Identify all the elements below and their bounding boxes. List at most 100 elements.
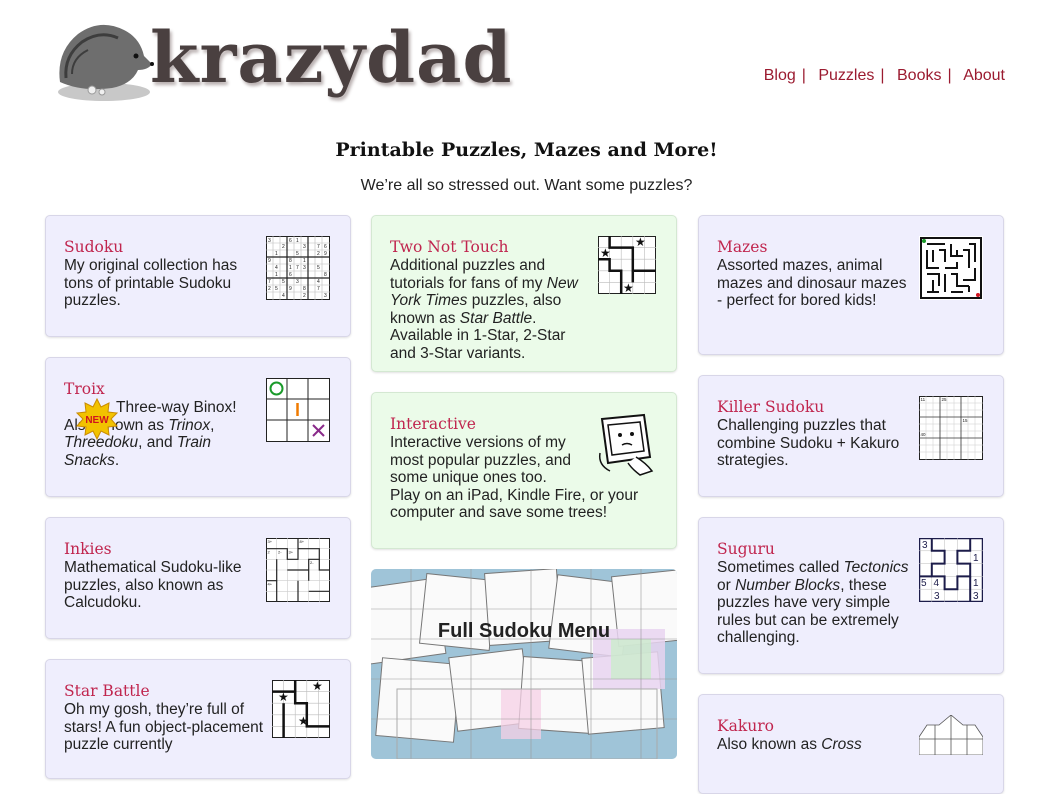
maze-thumbnail <box>919 236 983 300</box>
svg-text:7: 7 <box>296 265 299 271</box>
svg-text:40: 40 <box>921 432 927 437</box>
svg-text:11: 11 <box>921 397 926 402</box>
page-subtitle: We’re all so stressed out. Want some puz… <box>360 177 693 194</box>
card-troix[interactable]: Troix NEW Three-way Binox! Also known as… <box>45 357 351 497</box>
nav-about[interactable]: About <box>963 67 1005 84</box>
hedgehog-icon <box>58 24 154 101</box>
svg-text:25: 25 <box>942 397 948 402</box>
sudoku-thumbnail: 3612376 1529 98141735 168 7534 25987 423 <box>266 236 330 300</box>
svg-text:3: 3 <box>973 591 979 602</box>
card-interactive[interactable]: Interactive Interactive versions of my m… <box>371 392 677 549</box>
svg-text:9: 9 <box>268 258 271 264</box>
svg-text:3: 3 <box>303 265 306 271</box>
svg-text:4: 4 <box>275 265 278 271</box>
kakuro-thumbnail <box>919 715 983 755</box>
card-kakuro[interactable]: Kakuro Also known as Cross <box>698 694 1004 794</box>
troix-thumbnail <box>266 378 330 442</box>
nav-puzzles[interactable]: Puzzles <box>818 67 874 84</box>
svg-text:3+: 3+ <box>268 539 273 544</box>
svg-text:5: 5 <box>282 279 285 285</box>
svg-text:4: 4 <box>317 279 320 285</box>
card-star-battle[interactable]: Star Battle Oh my gosh, they’re full of … <box>45 659 351 779</box>
svg-text:3: 3 <box>268 238 271 244</box>
svg-text:7: 7 <box>317 244 320 250</box>
card-sudoku[interactable]: Sudoku My original collection has tons o… <box>45 215 351 337</box>
svg-text:8: 8 <box>303 286 306 292</box>
card-description: Mathematical Sudoku-like puzzles, also k… <box>64 559 242 611</box>
star-battle-thumbnail: ★ ★ ★ <box>272 680 330 738</box>
svg-text:7: 7 <box>317 286 320 292</box>
card-description: Assorted mazes, animal mazes and dinosau… <box>717 257 907 309</box>
svg-text:9: 9 <box>324 251 327 257</box>
svg-text:8: 8 <box>324 272 327 278</box>
svg-text:6: 6 <box>289 272 292 278</box>
svg-text:8: 8 <box>289 258 292 264</box>
svg-text:3: 3 <box>324 293 327 299</box>
svg-text:1: 1 <box>973 553 979 564</box>
card-inkies[interactable]: Inkies Mathematical Sudoku-like puzzles,… <box>45 517 351 639</box>
two-not-touch-thumbnail: ★ ★ ★ <box>598 236 656 294</box>
page-tagline: Printable Puzzles, Mazes and More! <box>335 139 718 161</box>
svg-text:2: 2 <box>282 244 285 250</box>
svg-text:★: ★ <box>278 690 289 704</box>
svg-text:6: 6 <box>324 244 327 250</box>
nav-books[interactable]: Books <box>897 67 941 84</box>
suguru-thumbnail: 3 1 54 1 3 3 <box>919 538 983 602</box>
svg-text:3: 3 <box>303 244 306 250</box>
card-description: Sometimes called Tectonics or Number Blo… <box>717 559 909 646</box>
svg-text:1: 1 <box>303 258 306 264</box>
svg-text:2: 2 <box>303 293 306 299</box>
card-description: Oh my gosh, they’re full of stars! A fun… <box>64 701 264 753</box>
logo-text: krazydad <box>150 16 513 99</box>
svg-text:5: 5 <box>317 265 320 271</box>
card-mazes[interactable]: Mazes Assorted mazes, animal mazes and d… <box>698 215 1004 355</box>
svg-text:1: 1 <box>275 272 278 278</box>
svg-text:9: 9 <box>289 286 292 292</box>
inkies-thumbnail: 3+ 8+ 2 2- 3+ 2- 4+ <box>266 538 330 602</box>
new-badge-label: NEW <box>85 415 109 426</box>
svg-text:5: 5 <box>296 251 299 257</box>
svg-text:1: 1 <box>275 251 278 257</box>
svg-text:★: ★ <box>623 281 634 294</box>
svg-text:15: 15 <box>963 418 969 423</box>
svg-text:3+: 3+ <box>289 550 294 555</box>
nav-blog[interactable]: Blog <box>764 67 796 84</box>
svg-text:1: 1 <box>296 238 299 244</box>
card-description: Challenging puzzles that combine Sudoku … <box>717 417 900 469</box>
nav-separator: | <box>880 67 885 84</box>
svg-text:4: 4 <box>282 293 285 299</box>
svg-text:2: 2 <box>268 286 271 292</box>
svg-text:7: 7 <box>268 279 271 285</box>
card-description: Also known as Cross <box>717 736 862 753</box>
new-badge: NEW <box>75 397 119 445</box>
svg-text:1: 1 <box>289 265 292 271</box>
svg-text:6: 6 <box>289 238 292 244</box>
svg-text:★: ★ <box>298 714 309 728</box>
svg-text:4: 4 <box>934 578 940 589</box>
svg-text:3: 3 <box>922 540 928 551</box>
full-sudoku-menu-banner[interactable]: Full Sudoku Menu <box>371 569 677 759</box>
top-nav: Blog | Puzzles | Books | About <box>764 67 1005 85</box>
svg-text:2: 2 <box>317 251 320 257</box>
svg-text:★: ★ <box>600 246 611 260</box>
nav-separator: | <box>947 67 952 84</box>
svg-text:8+: 8+ <box>300 539 305 544</box>
svg-text:3: 3 <box>934 591 940 602</box>
svg-text:3: 3 <box>296 279 299 285</box>
card-suguru[interactable]: Suguru Sometimes called Tectonics or Num… <box>698 517 1004 674</box>
card-two-not-touch[interactable]: Two Not Touch Additional puzzles and tut… <box>371 215 677 372</box>
card-description: My original collection has tons of print… <box>64 257 238 309</box>
sudoku-collage-image <box>371 569 677 759</box>
svg-text:★: ★ <box>635 236 646 249</box>
killer-sudoku-thumbnail: 11 25 15 40 <box>919 396 983 460</box>
svg-text:5: 5 <box>275 286 278 292</box>
nav-separator: | <box>801 67 806 84</box>
svg-text:4+: 4+ <box>268 582 273 587</box>
card-killer-sudoku[interactable]: Killer Sudoku Challenging puzzles that c… <box>698 375 1004 497</box>
full-sudoku-menu-label[interactable]: Full Sudoku Menu <box>371 620 677 643</box>
svg-text:1: 1 <box>973 578 979 589</box>
svg-text:5: 5 <box>921 578 927 589</box>
computer-character-icon <box>596 413 658 477</box>
svg-text:★: ★ <box>312 680 323 693</box>
site-logo[interactable]: krazydad <box>52 10 522 110</box>
